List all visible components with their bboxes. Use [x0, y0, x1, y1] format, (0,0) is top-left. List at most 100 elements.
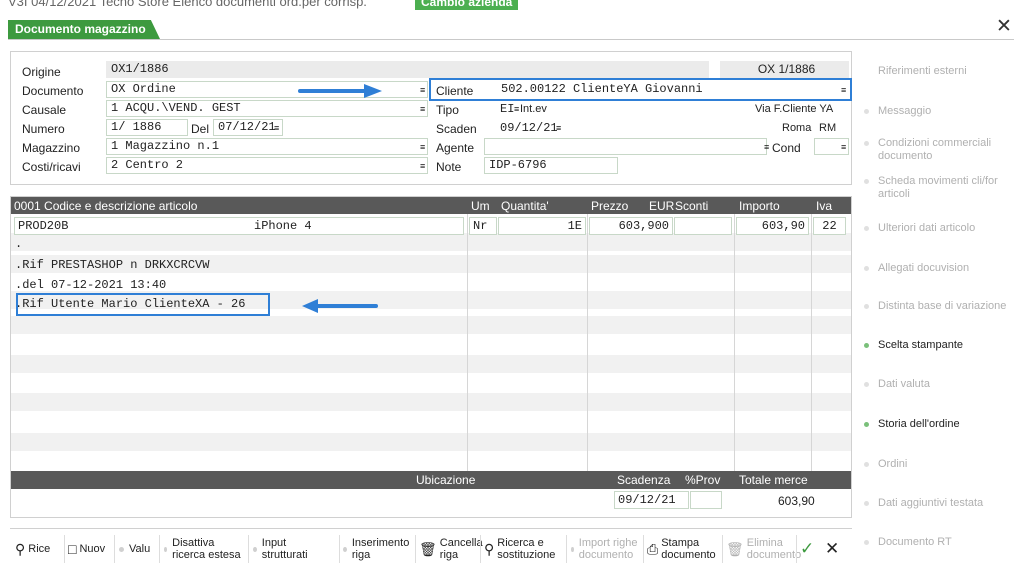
- magazzino-dropdown-icon[interactable]: ≡: [420, 142, 425, 152]
- import-righe-button[interactable]: Import righe documento: [571, 529, 643, 569]
- sidebar-item-condizioni[interactable]: Condizioni commerciali documento: [861, 137, 1011, 163]
- cliente-prov: RM: [819, 122, 837, 134]
- col-um: Um: [471, 199, 490, 213]
- elimina-documento-button[interactable]: 🗑 Elimina documento: [726, 529, 801, 569]
- footer-prov: %Prov: [685, 473, 721, 487]
- col-divider: [587, 214, 588, 471]
- sidebar-item-distinta[interactable]: Distinta base di variazione: [861, 300, 1011, 313]
- item-sconti[interactable]: [674, 217, 732, 235]
- divider: [159, 535, 160, 563]
- divider: [64, 535, 65, 563]
- del-date-field[interactable]: 07/12/21: [213, 119, 283, 136]
- divider: [566, 535, 567, 563]
- sidebar-item-stampante[interactable]: Scelta stampante: [861, 339, 1011, 352]
- input-strutturati-button[interactable]: Input strutturati: [253, 529, 317, 569]
- cancel-button[interactable]: ✕: [825, 529, 839, 569]
- sidebar-item-ordini[interactable]: Ordini: [861, 458, 1011, 471]
- scaden-calendar-icon[interactable]: ≡: [556, 123, 561, 133]
- cambio-azienda-badge[interactable]: Cambio azienda: [415, 0, 519, 10]
- sidebar-item-allegati[interactable]: Allegati docuvision: [861, 262, 1011, 275]
- col-sconti: Sconti: [675, 199, 709, 213]
- item-qty[interactable]: 1E: [498, 217, 586, 235]
- sidebar-item-dati-aggiuntivi[interactable]: Dati aggiuntivi testata: [861, 497, 1011, 510]
- documento-dropdown-icon[interactable]: ≡: [420, 85, 425, 95]
- causale-field[interactable]: 1 ACQU.\VEND. GEST: [106, 100, 428, 117]
- col-qty: Quantita': [501, 199, 549, 213]
- del-calendar-icon[interactable]: ≡: [274, 123, 279, 133]
- new-doc-icon: □: [68, 541, 77, 557]
- table-row[interactable]: [11, 433, 851, 451]
- tipo-value[interactable]: EI: [500, 102, 514, 116]
- sidebar-item-messaggio[interactable]: Messaggio: [861, 105, 1011, 118]
- window-title: Documento magazzino: [8, 20, 160, 39]
- confirm-button[interactable]: ✓: [800, 529, 814, 569]
- item-iva[interactable]: 22: [813, 217, 846, 235]
- item-um[interactable]: Nr: [469, 217, 497, 235]
- scaden-value[interactable]: 09/12/21: [500, 121, 558, 135]
- table-row[interactable]: [11, 233, 851, 251]
- documento-label: Documento: [22, 84, 84, 98]
- tipo-extra: Int.ev: [520, 103, 547, 115]
- tipo-dropdown-icon[interactable]: ≡: [514, 104, 519, 114]
- sidebar-item-riferimenti[interactable]: Riferimenti esterni: [861, 65, 1011, 78]
- stampa-documento-button[interactable]: ⎙ Stampa documento: [647, 529, 721, 569]
- origine-label: Origine: [22, 65, 61, 79]
- footer-scadenza-field[interactable]: 09/12/21: [614, 491, 689, 509]
- divider: [339, 535, 340, 563]
- ricerca-sostituzione-button[interactable]: ⚲ Ricerca e sostituzione: [484, 529, 564, 569]
- costi-dropdown-icon[interactable]: ≡: [420, 161, 425, 171]
- agente-dropdown-icon[interactable]: ≡: [764, 142, 769, 152]
- sidebar-item-ulteriori[interactable]: Ulteriori dati articolo: [861, 222, 1011, 235]
- arrow-left-icon: [302, 299, 378, 313]
- valu-button[interactable]: Valu: [119, 529, 150, 569]
- item-prezzo[interactable]: 603,900: [589, 217, 673, 235]
- bottom-toolbar: ⚲ Rice □ Nuov Valu Disattiva ricerca estes…: [10, 528, 852, 568]
- footer-ubicazione: Ubicazione: [416, 473, 476, 487]
- origine-field: OX1/1886: [106, 61, 709, 78]
- note-field[interactable]: IDP-6796: [484, 157, 618, 174]
- disattiva-button[interactable]: Disattiva ricerca estesa: [164, 529, 244, 569]
- del-label: Del: [191, 122, 210, 136]
- agente-field[interactable]: [484, 138, 767, 155]
- item-code-field[interactable]: PROD20B: [14, 217, 464, 235]
- sidebar-item-storia[interactable]: Storia dell'ordine: [861, 418, 1011, 431]
- table-row[interactable]: [11, 316, 851, 334]
- table-row[interactable]: [11, 355, 851, 373]
- sidebar-item-scheda[interactable]: Scheda movimenti cli/for articoli: [861, 175, 1011, 201]
- search-icon: ⚲: [15, 541, 26, 557]
- nuovo-button[interactable]: □ Nuov: [68, 529, 105, 569]
- item-code: PROD20B: [18, 219, 69, 233]
- input-label: Input strutturati: [261, 537, 308, 561]
- divider: [643, 535, 644, 563]
- item-importo[interactable]: 603,90: [736, 217, 809, 235]
- numero-label: Numero: [22, 122, 65, 136]
- close-icon[interactable]: ✕: [995, 17, 1013, 36]
- dot-icon: [253, 546, 257, 552]
- footer-totale-value: 603,90: [778, 494, 815, 508]
- import-label: Import righe documento: [578, 537, 638, 561]
- cancella-riga-button[interactable]: 🗑 Cancella riga: [419, 529, 483, 569]
- elimina-label: Elimina documento: [746, 537, 802, 561]
- sidebar-item-documento-rt[interactable]: Documento RT: [861, 536, 1011, 549]
- divider: [248, 535, 249, 563]
- divider: [114, 535, 115, 563]
- cond-dropdown-icon[interactable]: ≡: [841, 142, 846, 152]
- row-text: .: [15, 237, 23, 251]
- ricerca-button[interactable]: ⚲ Rice: [15, 529, 50, 569]
- numero-field[interactable]: 1/ 1886: [106, 119, 188, 136]
- cond-label: Cond: [772, 141, 801, 155]
- sidebar-item-valuta[interactable]: Dati valuta: [861, 378, 1011, 391]
- causale-dropdown-icon[interactable]: ≡: [420, 104, 425, 114]
- cliente-highlight: [429, 78, 852, 101]
- costi-field[interactable]: 2 Centro 2: [106, 157, 428, 174]
- inserimento-riga-button[interactable]: Inserimento riga: [343, 529, 413, 569]
- ricerca-sost-label: Ricerca e sostituzione: [497, 537, 556, 561]
- header-panel: Origine OX1/1886 OX 1/1886 Documento OX …: [10, 51, 852, 185]
- rif-utente-highlight: [16, 293, 270, 316]
- nuovo-label: Nuov: [79, 543, 106, 555]
- origine-badge: OX 1/1886: [720, 61, 849, 78]
- magazzino-field[interactable]: 1 Magazzino n.1: [106, 138, 428, 155]
- footer-prov-field[interactable]: [690, 491, 722, 509]
- divider: [480, 535, 481, 563]
- table-row[interactable]: [11, 393, 851, 411]
